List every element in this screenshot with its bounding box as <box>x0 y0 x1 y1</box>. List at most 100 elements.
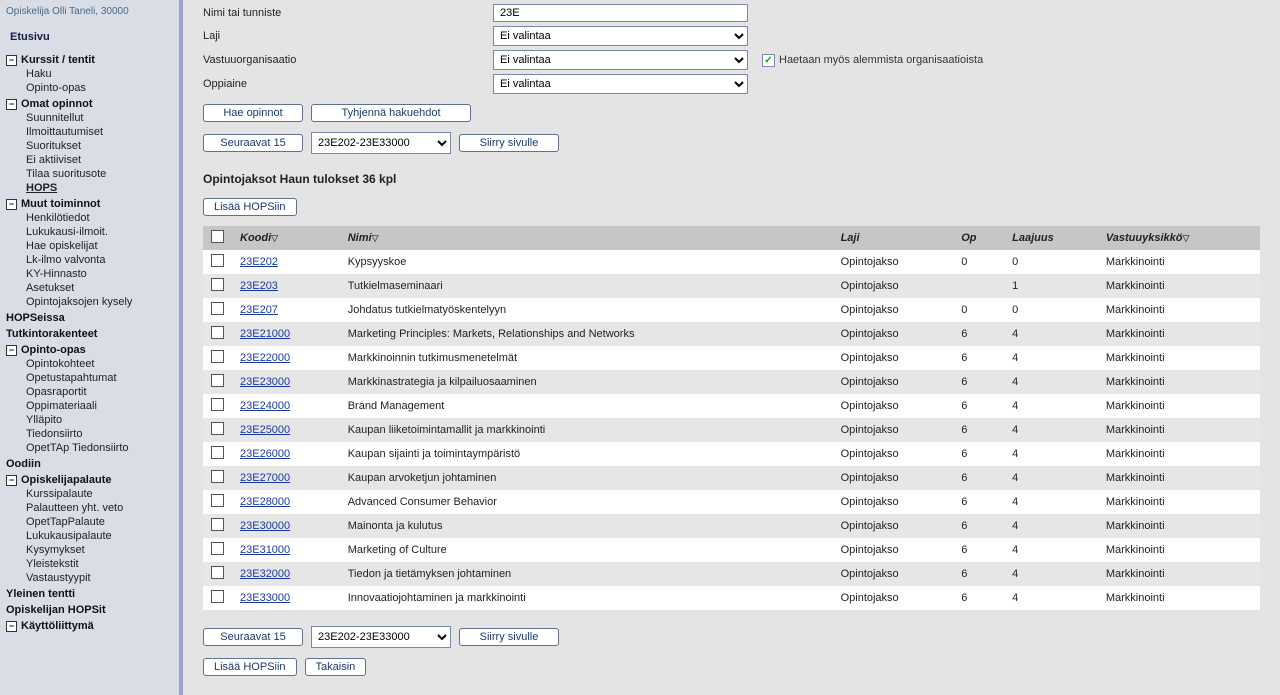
search-button[interactable]: Hae opinnot <box>203 104 303 122</box>
add-hops-button-top[interactable]: Lisää HOPSiin <box>203 198 297 216</box>
nav-item[interactable]: Kurssipalaute <box>6 487 173 501</box>
course-code-link[interactable]: 23E22000 <box>240 352 290 364</box>
course-code-link[interactable]: 23E24000 <box>240 400 290 412</box>
col-code[interactable]: Koodi▽ <box>232 226 340 250</box>
select-type[interactable]: Ei valintaa <box>493 26 748 46</box>
row-checkbox[interactable] <box>211 302 224 315</box>
collapse-icon[interactable]: − <box>6 199 17 210</box>
col-select[interactable] <box>203 226 232 250</box>
collapse-icon[interactable]: − <box>6 345 17 356</box>
row-checkbox[interactable] <box>211 278 224 291</box>
nav-item[interactable]: OpetTapPalaute <box>6 515 173 529</box>
nav-item[interactable]: Lukukausipalaute <box>6 529 173 543</box>
row-checkbox[interactable] <box>211 326 224 339</box>
nav-head[interactable]: Yleinen tentti <box>6 587 173 601</box>
row-checkbox[interactable] <box>211 422 224 435</box>
home-link[interactable]: Etusivu <box>6 23 173 51</box>
input-name[interactable] <box>493 4 748 22</box>
nav-head[interactable]: Tutkintorakenteet <box>6 327 173 341</box>
nav-item[interactable]: Vastaustyypit <box>6 571 173 585</box>
nav-item[interactable]: Opintokohteet <box>6 357 173 371</box>
row-checkbox[interactable] <box>211 470 224 483</box>
nav-item[interactable]: Haku <box>6 67 173 81</box>
nav-item[interactable]: Tilaa suoritusote <box>6 167 173 181</box>
nav-item[interactable]: OpetTAp Tiedonsiirto <box>6 441 173 455</box>
nav-item[interactable]: Suunnitellut <box>6 111 173 125</box>
nav-item[interactable]: Suoritukset <box>6 139 173 153</box>
row-checkbox[interactable] <box>211 518 224 531</box>
nav-item[interactable]: Hae opiskelijat <box>6 239 173 253</box>
nav-item[interactable]: Opintojaksojen kysely <box>6 295 173 309</box>
collapse-icon[interactable]: − <box>6 621 17 632</box>
nav-head[interactable]: Käyttöliittymä <box>21 620 94 632</box>
row-checkbox[interactable] <box>211 446 224 459</box>
col-name[interactable]: Nimi▽ <box>340 226 833 250</box>
nav-item[interactable]: Oppimateriaali <box>6 399 173 413</box>
nav-item[interactable]: Yleistekstit <box>6 557 173 571</box>
col-unit[interactable]: Vastuuyksikkö▽ <box>1098 226 1260 250</box>
goto-button-bottom[interactable]: Siirry sivulle <box>459 628 559 646</box>
goto-button-top[interactable]: Siirry sivulle <box>459 134 559 152</box>
course-code-link[interactable]: 23E28000 <box>240 496 290 508</box>
nav-item[interactable]: Henkilötiedot <box>6 211 173 225</box>
row-checkbox[interactable] <box>211 350 224 363</box>
course-code-link[interactable]: 23E207 <box>240 304 278 316</box>
course-code-link[interactable]: 23E31000 <box>240 544 290 556</box>
course-code-link[interactable]: 23E21000 <box>240 328 290 340</box>
nav-item[interactable]: Palautteen yht. veto <box>6 501 173 515</box>
course-code-link[interactable]: 23E25000 <box>240 424 290 436</box>
nav-item[interactable]: Tiedonsiirto <box>6 427 173 441</box>
col-type[interactable]: Laji <box>833 226 954 250</box>
row-checkbox[interactable] <box>211 566 224 579</box>
next-button-bottom[interactable]: Seuraavat 15 <box>203 628 303 646</box>
col-op[interactable]: Op <box>953 226 1004 250</box>
page-select-top[interactable]: 23E202-23E33000 <box>311 132 451 154</box>
row-checkbox[interactable] <box>211 398 224 411</box>
course-code-link[interactable]: 23E27000 <box>240 472 290 484</box>
back-button[interactable]: Takaisin <box>305 658 367 676</box>
nav-head[interactable]: Opinto-opas <box>21 344 86 356</box>
nav-item[interactable]: Asetukset <box>6 281 173 295</box>
nav-head[interactable]: Opiskelijapalaute <box>21 474 111 486</box>
course-code-link[interactable]: 23E203 <box>240 280 278 292</box>
nav-item[interactable]: HOPS <box>6 181 173 195</box>
select-org[interactable]: Ei valintaa <box>493 50 748 70</box>
clear-button[interactable]: Tyhjennä hakuehdot <box>311 104 471 122</box>
course-code-link[interactable]: 23E26000 <box>240 448 290 460</box>
row-checkbox[interactable] <box>211 542 224 555</box>
collapse-icon[interactable]: − <box>6 99 17 110</box>
row-checkbox[interactable] <box>211 590 224 603</box>
nav-head[interactable]: Opiskelijan HOPSit <box>6 603 173 617</box>
nav-item[interactable]: KY-Hinnasto <box>6 267 173 281</box>
nav-item[interactable]: Opinto-opas <box>6 81 173 95</box>
nav-head[interactable]: HOPSeissa <box>6 311 173 325</box>
nav-item[interactable]: Ei aktiiviset <box>6 153 173 167</box>
course-code-link[interactable]: 23E202 <box>240 256 278 268</box>
course-code-link[interactable]: 23E30000 <box>240 520 290 532</box>
course-code-link[interactable]: 23E33000 <box>240 592 290 604</box>
collapse-icon[interactable]: − <box>6 55 17 66</box>
add-hops-button-bottom[interactable]: Lisää HOPSiin <box>203 658 297 676</box>
page-select-bottom[interactable]: 23E202-23E33000 <box>311 626 451 648</box>
nav-head[interactable]: Omat opinnot <box>21 98 93 110</box>
course-code-link[interactable]: 23E32000 <box>240 568 290 580</box>
nav-head[interactable]: Muut toiminnot <box>21 198 100 210</box>
nav-head[interactable]: Kurssit / tentit <box>21 54 95 66</box>
select-subject[interactable]: Ei valintaa <box>493 74 748 94</box>
checkbox-suborg[interactable]: ✓ <box>762 54 775 67</box>
course-code-link[interactable]: 23E23000 <box>240 376 290 388</box>
row-checkbox[interactable] <box>211 374 224 387</box>
collapse-icon[interactable]: − <box>6 475 17 486</box>
nav-item[interactable]: Ylläpito <box>6 413 173 427</box>
nav-item[interactable]: Lk-ilmo valvonta <box>6 253 173 267</box>
next-button-top[interactable]: Seuraavat 15 <box>203 134 303 152</box>
nav-item[interactable]: Opetustapahtumat <box>6 371 173 385</box>
row-checkbox[interactable] <box>211 254 224 267</box>
row-checkbox[interactable] <box>211 494 224 507</box>
nav-item[interactable]: Lukukausi-ilmoit. <box>6 225 173 239</box>
col-scope[interactable]: Laajuus <box>1004 226 1098 250</box>
nav-item[interactable]: Kysymykset <box>6 543 173 557</box>
nav-item[interactable]: Opasraportit <box>6 385 173 399</box>
nav-item[interactable]: Ilmoittautumiset <box>6 125 173 139</box>
nav-head[interactable]: Oodiin <box>6 457 173 471</box>
